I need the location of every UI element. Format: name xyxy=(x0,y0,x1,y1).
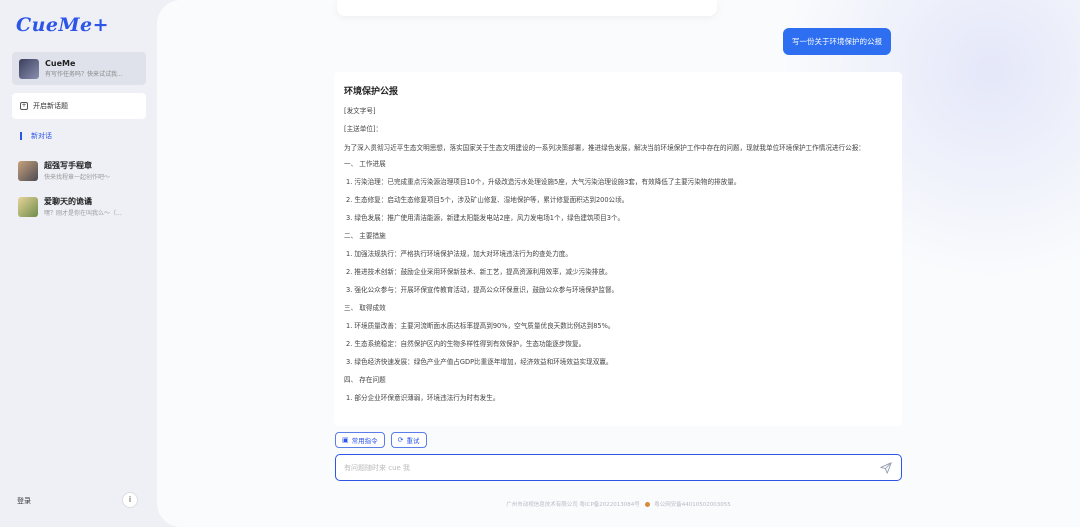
conversation-avatar xyxy=(18,160,38,181)
chat-area: 写一份关于环境保护的公报 环境保护公报 [发文字号] [主送单位]： 为了深入贯… xyxy=(157,0,1080,527)
common-commands-button[interactable]: ▣ 常用指令 xyxy=(335,432,385,448)
chat-input[interactable] xyxy=(344,463,879,472)
footer-company[interactable]: 广州市动视信息技术有限公司 粤ICP备2022013084号 xyxy=(506,502,640,508)
conversation-name: 超强写手程章 xyxy=(44,161,92,170)
section-heading: 二、 主要措施 xyxy=(344,232,386,240)
login-link[interactable]: 登录 xyxy=(17,496,31,506)
sidebar: CueMe+ CueMe 有写作任务吗？快来试试我... + 开启新话题 新对话… xyxy=(0,0,157,527)
new-topic-label: 开启新话题 xyxy=(33,102,68,110)
new-topic-button[interactable]: + 开启新话题 xyxy=(12,93,146,119)
conversation-item[interactable]: 超强写手程章 快来找程章一起创作吧～ xyxy=(18,160,148,181)
app-logo[interactable]: CueMe+ xyxy=(16,14,109,36)
conversation-avatar xyxy=(18,196,38,217)
police-badge-icon xyxy=(644,502,650,507)
section-item: 1. 部分企业环保意识薄弱，环境违法行为时有发生。 xyxy=(346,394,500,402)
common-commands-label: 常用指令 xyxy=(351,437,378,445)
active-indicator xyxy=(20,132,22,140)
previous-message-edge xyxy=(337,0,717,16)
section-item: 1. 加强法规执行：严格执行环境保护法规，加大对环境违法行为的查处力度。 xyxy=(346,250,572,258)
info-icon[interactable]: i xyxy=(122,492,138,508)
sidebar-item-current-topic[interactable]: 新对话 xyxy=(20,131,52,141)
action-bar: ▣ 常用指令 ⟳ 重试 xyxy=(335,432,427,448)
section-heading: 三、 取得成效 xyxy=(344,304,386,312)
doc-title: 环境保护公报 xyxy=(344,87,399,97)
current-topic-label: 新对话 xyxy=(31,132,52,140)
footer: 广州市动视信息技术有限公司 粤ICP备2022013084号 粤公网安备4401… xyxy=(157,500,1080,508)
section-heading: 一、 工作进展 xyxy=(344,160,386,168)
section-item: 3. 绿色发展：推广使用清洁能源，新建太阳能发电站2座，风力发电场1个，绿色建筑… xyxy=(346,214,625,222)
footer-police[interactable]: 粤公网安备44010502003055 xyxy=(654,502,731,508)
section-item: 1. 环境质量改善：主要河流断面水质达标率提高到90%，空气质量优良天数比例达到… xyxy=(346,322,615,330)
section-item: 2. 推进技术创新：鼓励企业采用环保新技术、新工艺，提高资源利用效率，减少污染排… xyxy=(346,268,612,276)
chat-input-box xyxy=(335,454,902,481)
section-heading: 四、 存在问题 xyxy=(344,376,386,384)
conversation-name: 爱聊天的诡谲 xyxy=(44,197,92,206)
send-icon[interactable] xyxy=(879,461,893,475)
user-message-bubble: 写一份关于环境保护的公报 xyxy=(783,28,891,55)
agent-card-cueme[interactable]: CueMe 有写作任务吗？快来试试我... xyxy=(12,52,146,85)
refresh-icon: ⟳ xyxy=(397,436,404,444)
assistant-response-card: 环境保护公报 [发文字号] [主送单位]： 为了深入贯彻习近平生态文明思想，落实… xyxy=(334,72,902,426)
agent-name: CueMe xyxy=(45,59,76,68)
doc-intro: 为了深入贯彻习近平生态文明思想，落实国家关于生态文明建设的一系列决策部署，推进绿… xyxy=(344,144,865,152)
retry-button[interactable]: ⟳ 重试 xyxy=(390,432,427,448)
section-item: 1. 污染治理：已完成重点污染源治理项目10个，升级改造污水处理设施5座，大气污… xyxy=(346,178,741,186)
conversation-subtitle: 嘿？刚才是你在叫我么～（... xyxy=(44,210,122,217)
section-item: 3. 绿色经济快速发展：绿色产业产值占GDP比重逐年增加，经济效益和环境效益实现… xyxy=(346,358,613,366)
new-chat-icon: + xyxy=(20,102,28,110)
section-item: 2. 生态系统稳定：自然保护区内的生物多样性得到有效保护，生态功能逐步恢复。 xyxy=(346,340,586,348)
doc-number: [发文字号] xyxy=(344,107,376,115)
commands-icon: ▣ xyxy=(342,436,349,444)
agent-avatar xyxy=(19,58,39,79)
conversation-item[interactable]: 爱聊天的诡谲 嘿？刚才是你在叫我么～（... xyxy=(18,196,148,217)
retry-label: 重试 xyxy=(406,437,420,445)
conversation-subtitle: 快来找程章一起创作吧～ xyxy=(44,174,111,181)
section-item: 3. 强化公众参与：开展环保宣传教育活动，提高公众环保意识，鼓励公众参与环境保护… xyxy=(346,286,619,294)
doc-recipient: [主送单位]： xyxy=(344,125,383,133)
section-item: 2. 生态修复：启动生态修复项目5个，涉及矿山修复、湿地保护等，累计修复面积达到… xyxy=(346,196,629,204)
agent-subtitle: 有写作任务吗？快来试试我... xyxy=(45,71,123,78)
